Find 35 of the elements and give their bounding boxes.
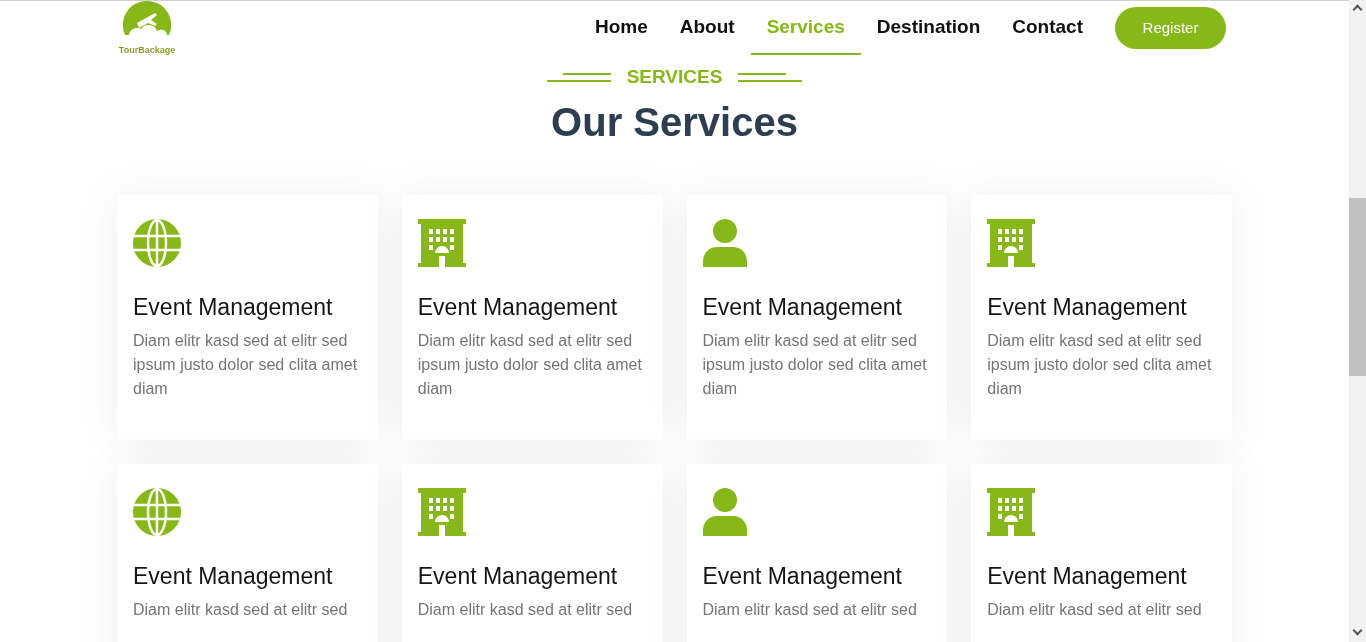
- card-text: Diam elitr kasd sed at elitr sed ipsum justo dolor sed clita amet diam: [417, 331, 643, 399]
- person-icon: [702, 488, 747, 536]
- nav-link[interactable]: Destination: [860, 1, 997, 55]
- card-title: Event Management: [702, 562, 903, 590]
- nav-link[interactable]: Contact: [996, 1, 1099, 55]
- decorative-lines: [546, 72, 611, 82]
- card-title: Event Management: [133, 562, 334, 590]
- person-icon: [702, 219, 747, 267]
- scrollbar[interactable]: [1349, 0, 1366, 642]
- section-eyebrow: SERVICES: [626, 65, 723, 89]
- card-title: Event Management: [702, 293, 903, 321]
- scrollbar-thumb[interactable]: [1349, 198, 1366, 376]
- card-text: Diam elitr kasd sed at elitr sed ipsum justo dolor sed clita amet diam: [987, 331, 1213, 399]
- logo-text: TourBackage: [118, 45, 176, 55]
- section-title: Our Services: [551, 99, 798, 146]
- card-title: Event Management: [133, 293, 334, 321]
- building-icon: [987, 488, 1036, 536]
- building-icon: [417, 488, 466, 536]
- card-title: Event Management: [417, 562, 619, 590]
- card-text: Diam elitr kasd sed at elitr sed: [702, 600, 918, 620]
- card-title: Event Management: [987, 293, 1188, 321]
- globe-icon: [133, 219, 181, 267]
- card-text: Diam elitr kasd sed at elitr sed ipsum justo dolor sed clita amet diam: [702, 331, 928, 399]
- nav-link[interactable]: About: [663, 1, 751, 55]
- card-text: Diam elitr kasd sed at elitr sed: [987, 600, 1203, 620]
- card-text: Diam elitr kasd sed at elitr sed: [133, 600, 349, 620]
- card-title: Event Management: [417, 293, 619, 321]
- decorative-lines: [738, 72, 803, 82]
- nav-link[interactable]: Home: [578, 1, 664, 55]
- building-icon: [987, 219, 1036, 267]
- globe-icon: [133, 488, 181, 536]
- building-icon: [417, 219, 466, 267]
- card-text: Diam elitr kasd sed at elitr sed ipsum justo dolor sed clita amet diam: [133, 331, 359, 399]
- card-text: Diam elitr kasd sed at elitr sed: [417, 600, 634, 620]
- card-title: Event Management: [987, 562, 1188, 590]
